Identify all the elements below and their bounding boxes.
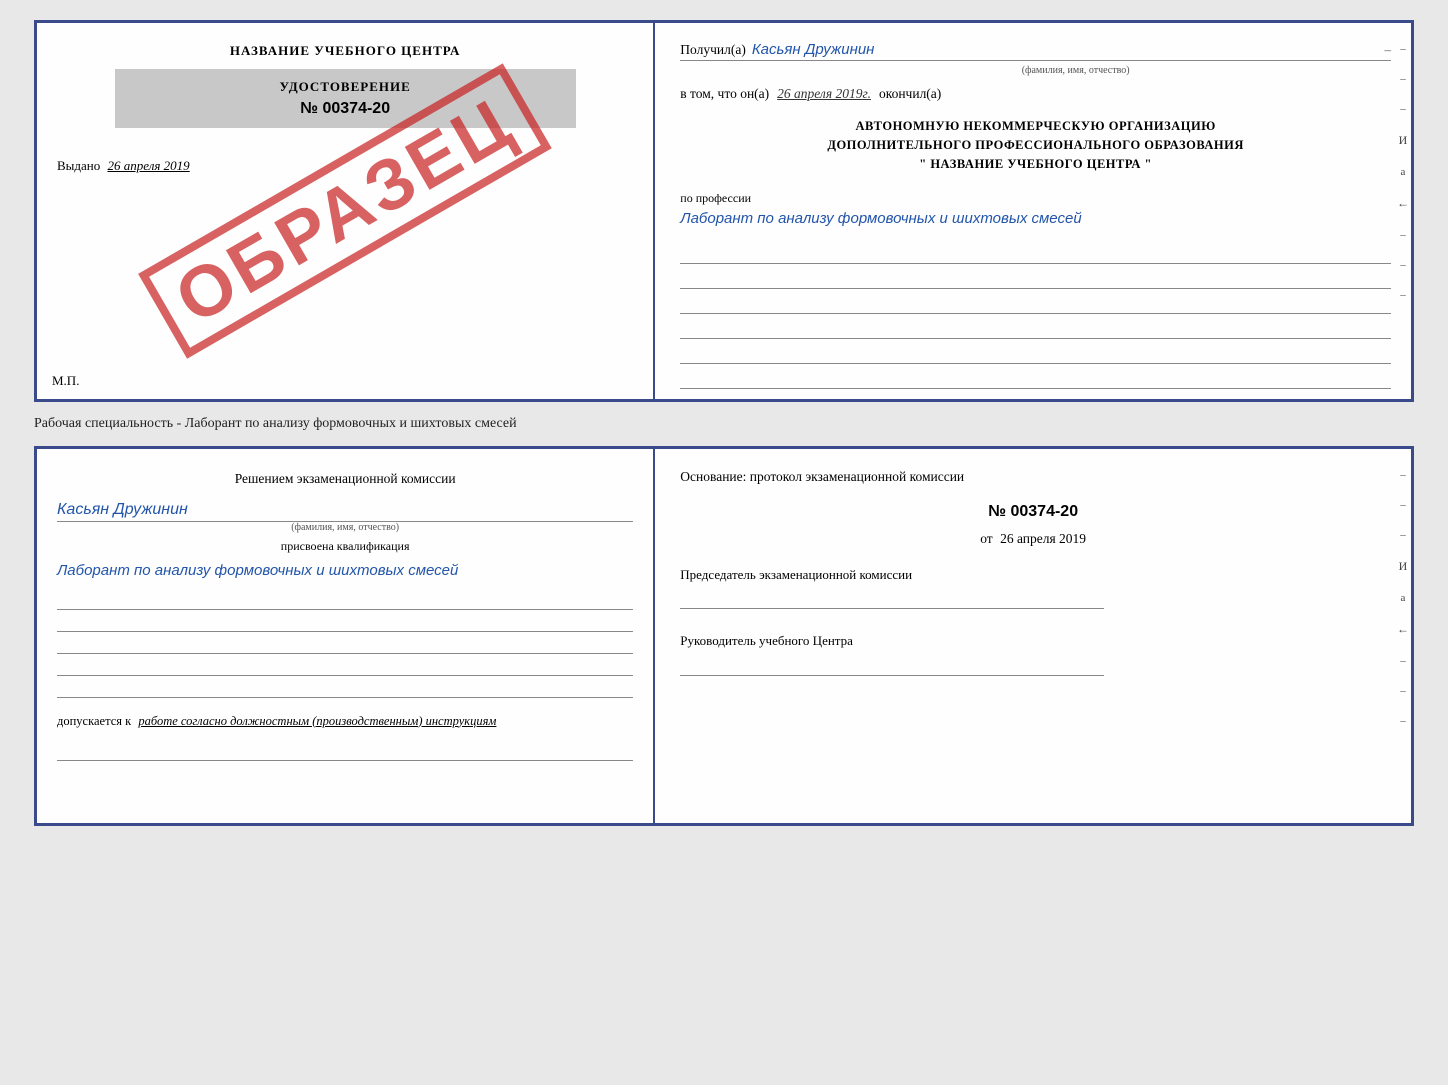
bottom-right-panel: Основание: протокол экзаменационной коми…: [655, 449, 1411, 823]
bsm6: ←: [1397, 622, 1409, 637]
sm1: –: [1400, 43, 1406, 55]
kvalif-value: Лаборант по анализу формовочных и шихтов…: [57, 560, 633, 581]
org-line2: ДОПОЛНИТЕЛЬНОГО ПРОФЕССИОНАЛЬНОГО ОБРАЗО…: [680, 136, 1391, 155]
vydano-line: Выдано 26 апреля 2019: [57, 158, 633, 174]
cert-number: № 00374-20: [130, 100, 561, 118]
sm3: –: [1400, 103, 1406, 115]
recipient-sub: (фамилия, имя, отчество): [760, 65, 1391, 76]
hl5: [57, 680, 633, 698]
top-left-panel: НАЗВАНИЕ УЧЕБНОГО ЦЕНТРА УДОСТОВЕРЕНИЕ №…: [37, 23, 655, 399]
komissia-title: Решением экзаменационной комиссии: [57, 469, 633, 489]
top-document: НАЗВАНИЕ УЧЕБНОГО ЦЕНТРА УДОСТОВЕРЕНИЕ №…: [34, 20, 1414, 402]
side-marks-top: – – – И а ← – – –: [1397, 43, 1409, 301]
date-from-line: от 26 апреля 2019: [680, 531, 1386, 547]
name-block: Касьян Дружинин (фамилия, имя, отчество): [57, 501, 633, 533]
predsed-label: Председатель экзаменационной комиссии: [680, 565, 1386, 585]
date-value: 26 апреля 2019г.: [777, 86, 871, 102]
profession-label: по профессии: [680, 191, 1391, 206]
recipient-prefix: Получил(а): [680, 42, 746, 58]
underline-3: [680, 294, 1391, 314]
underlines-top: [680, 244, 1391, 389]
rukovod-line: [680, 654, 1103, 676]
date-from-prefix: от: [980, 531, 992, 546]
date-line: в том, что он(а) 26 апреля 2019г. окончи…: [680, 86, 1391, 102]
sm9: –: [1400, 289, 1406, 301]
document-container: НАЗВАНИЕ УЧЕБНОГО ЦЕНТРА УДОСТОВЕРЕНИЕ №…: [34, 20, 1414, 826]
bsm2: –: [1400, 499, 1406, 511]
dopuskaetsya-block: допускается к работе согласно должностны…: [57, 714, 633, 729]
name-sub: (фамилия, имя, отчество): [57, 522, 633, 533]
bsm4: И: [1399, 559, 1408, 574]
rukovod-block: Руководитель учебного Центра: [680, 631, 1386, 676]
org-line1: АВТОНОМНУЮ НЕКОММЕРЧЕСКУЮ ОРГАНИЗАЦИЮ: [680, 117, 1391, 136]
hl-bottom: [57, 743, 633, 761]
predsed-line: [680, 587, 1103, 609]
top-title: НАЗВАНИЕ УЧЕБНОГО ЦЕНТРА: [57, 43, 633, 59]
hl1: [57, 592, 633, 610]
org-line3: " НАЗВАНИЕ УЧЕБНОГО ЦЕНТРА ": [680, 155, 1391, 174]
protocol-number: № 00374-20: [680, 503, 1386, 521]
horizontal-lines: [57, 592, 633, 698]
predsed-block: Председатель экзаменационной комиссии: [680, 565, 1386, 610]
sm2: –: [1400, 73, 1406, 85]
okoncil-label: окончил(а): [879, 86, 941, 102]
bottom-left-panel: Решением экзаменационной комиссии Касьян…: [37, 449, 655, 823]
underline-2: [680, 269, 1391, 289]
bsm1: –: [1400, 469, 1406, 481]
cert-block: УДОСТОВЕРЕНИЕ № 00374-20: [115, 69, 576, 128]
rukovod-label: Руководитель учебного Центра: [680, 631, 1386, 651]
date-prefix: в том, что он(а): [680, 86, 769, 102]
name-value: Касьян Дружинин: [57, 501, 633, 522]
bsm7: –: [1400, 655, 1406, 667]
sm8: –: [1400, 259, 1406, 271]
bottom-document: Решением экзаменационной комиссии Касьян…: [34, 446, 1414, 826]
recipient-dash: –: [1384, 42, 1391, 58]
bsm5: а: [1401, 592, 1406, 604]
bsm8: –: [1400, 685, 1406, 697]
underline-1: [680, 244, 1391, 264]
vydano-label: Выдано: [57, 158, 100, 173]
vydano-date: 26 апреля 2019: [108, 158, 190, 173]
dopuskaetsya-value: работе согласно должностным (производств…: [138, 714, 496, 728]
underline-6: [680, 369, 1391, 389]
underline-5: [680, 344, 1391, 364]
separator-text: Рабочая специальность - Лаборант по анал…: [34, 412, 1414, 436]
cert-label: УДОСТОВЕРЕНИЕ: [130, 79, 561, 95]
hl2: [57, 614, 633, 632]
recipient-row: Получил(а) Касьян Дружинин –: [680, 41, 1391, 61]
bsm3: –: [1400, 529, 1406, 541]
dopuskaetsya-prefix: допускается к: [57, 714, 131, 728]
sm5: а: [1401, 166, 1406, 178]
hl3: [57, 636, 633, 654]
date-from-value: 26 апреля 2019: [1000, 531, 1086, 546]
org-block: АВТОНОМНУЮ НЕКОММЕРЧЕСКУЮ ОРГАНИЗАЦИЮ ДО…: [680, 117, 1391, 173]
profession-value: Лаборант по анализу формовочных и шихтов…: [680, 208, 1391, 229]
hl4: [57, 658, 633, 676]
bsm9: –: [1400, 715, 1406, 727]
osnov-title: Основание: протокол экзаменационной коми…: [680, 467, 1386, 487]
sm7: –: [1400, 229, 1406, 241]
recipient-name: Касьян Дружинин: [752, 41, 1373, 58]
side-marks-bottom: – – – И а ← – – –: [1397, 469, 1409, 727]
top-right-panel: Получил(а) Касьян Дружинин – (фамилия, и…: [655, 23, 1411, 399]
sm4: И: [1399, 133, 1408, 148]
kvalif-label: присвоена квалификация: [57, 539, 633, 554]
mp-label: М.П.: [52, 373, 79, 389]
sm6: ←: [1397, 196, 1409, 211]
profession-block: по профессии Лаборант по анализу формово…: [680, 191, 1391, 229]
underline-4: [680, 319, 1391, 339]
